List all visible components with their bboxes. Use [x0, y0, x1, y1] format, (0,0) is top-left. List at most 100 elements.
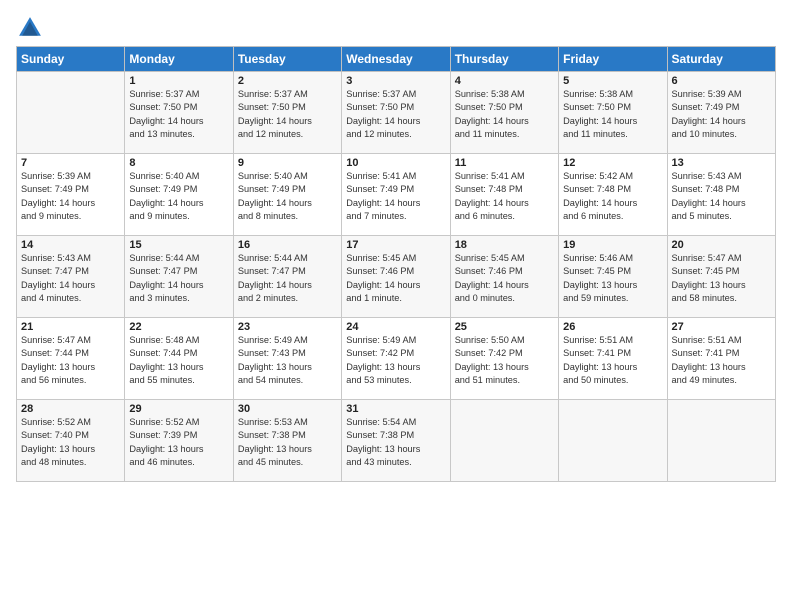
calendar-cell: [17, 72, 125, 154]
day-info: Sunrise: 5:43 AM Sunset: 7:47 PM Dayligh…: [21, 252, 120, 305]
day-info: Sunrise: 5:45 AM Sunset: 7:46 PM Dayligh…: [455, 252, 554, 305]
logo: [16, 14, 46, 42]
day-info: Sunrise: 5:51 AM Sunset: 7:41 PM Dayligh…: [563, 334, 662, 387]
day-number: 19: [563, 239, 662, 251]
day-info: Sunrise: 5:46 AM Sunset: 7:45 PM Dayligh…: [563, 252, 662, 305]
calendar-cell: 2Sunrise: 5:37 AM Sunset: 7:50 PM Daylig…: [233, 72, 341, 154]
calendar-cell: 19Sunrise: 5:46 AM Sunset: 7:45 PM Dayli…: [559, 236, 667, 318]
calendar-cell: 16Sunrise: 5:44 AM Sunset: 7:47 PM Dayli…: [233, 236, 341, 318]
calendar-cell: 24Sunrise: 5:49 AM Sunset: 7:42 PM Dayli…: [342, 318, 450, 400]
day-info: Sunrise: 5:49 AM Sunset: 7:43 PM Dayligh…: [238, 334, 337, 387]
day-info: Sunrise: 5:52 AM Sunset: 7:40 PM Dayligh…: [21, 416, 120, 469]
day-info: Sunrise: 5:39 AM Sunset: 7:49 PM Dayligh…: [21, 170, 120, 223]
day-info: Sunrise: 5:38 AM Sunset: 7:50 PM Dayligh…: [455, 88, 554, 141]
calendar-cell: 14Sunrise: 5:43 AM Sunset: 7:47 PM Dayli…: [17, 236, 125, 318]
day-info: Sunrise: 5:44 AM Sunset: 7:47 PM Dayligh…: [238, 252, 337, 305]
calendar-cell: 29Sunrise: 5:52 AM Sunset: 7:39 PM Dayli…: [125, 400, 233, 482]
header-day-sunday: Sunday: [17, 47, 125, 72]
calendar-cell: 7Sunrise: 5:39 AM Sunset: 7:49 PM Daylig…: [17, 154, 125, 236]
day-number: 7: [21, 157, 120, 169]
day-info: Sunrise: 5:47 AM Sunset: 7:45 PM Dayligh…: [672, 252, 771, 305]
calendar-cell: 18Sunrise: 5:45 AM Sunset: 7:46 PM Dayli…: [450, 236, 558, 318]
day-number: 29: [129, 403, 228, 415]
calendar-cell: 13Sunrise: 5:43 AM Sunset: 7:48 PM Dayli…: [667, 154, 775, 236]
day-info: Sunrise: 5:41 AM Sunset: 7:49 PM Dayligh…: [346, 170, 445, 223]
day-number: 3: [346, 75, 445, 87]
day-number: 11: [455, 157, 554, 169]
day-info: Sunrise: 5:37 AM Sunset: 7:50 PM Dayligh…: [129, 88, 228, 141]
calendar-cell: 4Sunrise: 5:38 AM Sunset: 7:50 PM Daylig…: [450, 72, 558, 154]
calendar-cell: [450, 400, 558, 482]
header-day-thursday: Thursday: [450, 47, 558, 72]
day-info: Sunrise: 5:41 AM Sunset: 7:48 PM Dayligh…: [455, 170, 554, 223]
day-info: Sunrise: 5:50 AM Sunset: 7:42 PM Dayligh…: [455, 334, 554, 387]
calendar-cell: 27Sunrise: 5:51 AM Sunset: 7:41 PM Dayli…: [667, 318, 775, 400]
day-info: Sunrise: 5:52 AM Sunset: 7:39 PM Dayligh…: [129, 416, 228, 469]
calendar-cell: 1Sunrise: 5:37 AM Sunset: 7:50 PM Daylig…: [125, 72, 233, 154]
calendar-cell: 21Sunrise: 5:47 AM Sunset: 7:44 PM Dayli…: [17, 318, 125, 400]
calendar-cell: [559, 400, 667, 482]
day-number: 4: [455, 75, 554, 87]
week-row-2: 7Sunrise: 5:39 AM Sunset: 7:49 PM Daylig…: [17, 154, 776, 236]
logo-icon: [16, 14, 44, 42]
day-info: Sunrise: 5:37 AM Sunset: 7:50 PM Dayligh…: [346, 88, 445, 141]
day-info: Sunrise: 5:40 AM Sunset: 7:49 PM Dayligh…: [238, 170, 337, 223]
day-number: 25: [455, 321, 554, 333]
day-number: 1: [129, 75, 228, 87]
calendar-cell: 22Sunrise: 5:48 AM Sunset: 7:44 PM Dayli…: [125, 318, 233, 400]
day-number: 24: [346, 321, 445, 333]
day-number: 15: [129, 239, 228, 251]
day-number: 9: [238, 157, 337, 169]
day-info: Sunrise: 5:39 AM Sunset: 7:49 PM Dayligh…: [672, 88, 771, 141]
day-info: Sunrise: 5:51 AM Sunset: 7:41 PM Dayligh…: [672, 334, 771, 387]
day-number: 10: [346, 157, 445, 169]
day-info: Sunrise: 5:47 AM Sunset: 7:44 PM Dayligh…: [21, 334, 120, 387]
calendar-cell: 3Sunrise: 5:37 AM Sunset: 7:50 PM Daylig…: [342, 72, 450, 154]
week-row-1: 1Sunrise: 5:37 AM Sunset: 7:50 PM Daylig…: [17, 72, 776, 154]
day-number: 18: [455, 239, 554, 251]
day-info: Sunrise: 5:44 AM Sunset: 7:47 PM Dayligh…: [129, 252, 228, 305]
header-day-tuesday: Tuesday: [233, 47, 341, 72]
day-number: 5: [563, 75, 662, 87]
page: SundayMondayTuesdayWednesdayThursdayFrid…: [0, 0, 792, 492]
day-number: 26: [563, 321, 662, 333]
header-row: SundayMondayTuesdayWednesdayThursdayFrid…: [17, 47, 776, 72]
day-number: 6: [672, 75, 771, 87]
day-number: 16: [238, 239, 337, 251]
day-info: Sunrise: 5:45 AM Sunset: 7:46 PM Dayligh…: [346, 252, 445, 305]
calendar-table: SundayMondayTuesdayWednesdayThursdayFrid…: [16, 46, 776, 482]
day-number: 21: [21, 321, 120, 333]
header-day-monday: Monday: [125, 47, 233, 72]
calendar-cell: 26Sunrise: 5:51 AM Sunset: 7:41 PM Dayli…: [559, 318, 667, 400]
day-info: Sunrise: 5:54 AM Sunset: 7:38 PM Dayligh…: [346, 416, 445, 469]
calendar-cell: 20Sunrise: 5:47 AM Sunset: 7:45 PM Dayli…: [667, 236, 775, 318]
day-info: Sunrise: 5:53 AM Sunset: 7:38 PM Dayligh…: [238, 416, 337, 469]
day-number: 20: [672, 239, 771, 251]
day-number: 12: [563, 157, 662, 169]
day-number: 28: [21, 403, 120, 415]
day-number: 22: [129, 321, 228, 333]
calendar-cell: 23Sunrise: 5:49 AM Sunset: 7:43 PM Dayli…: [233, 318, 341, 400]
day-number: 2: [238, 75, 337, 87]
calendar-cell: 9Sunrise: 5:40 AM Sunset: 7:49 PM Daylig…: [233, 154, 341, 236]
calendar-cell: 17Sunrise: 5:45 AM Sunset: 7:46 PM Dayli…: [342, 236, 450, 318]
calendar-cell: 10Sunrise: 5:41 AM Sunset: 7:49 PM Dayli…: [342, 154, 450, 236]
day-number: 30: [238, 403, 337, 415]
day-number: 27: [672, 321, 771, 333]
day-info: Sunrise: 5:48 AM Sunset: 7:44 PM Dayligh…: [129, 334, 228, 387]
week-row-4: 21Sunrise: 5:47 AM Sunset: 7:44 PM Dayli…: [17, 318, 776, 400]
calendar-cell: 30Sunrise: 5:53 AM Sunset: 7:38 PM Dayli…: [233, 400, 341, 482]
calendar-cell: 5Sunrise: 5:38 AM Sunset: 7:50 PM Daylig…: [559, 72, 667, 154]
calendar-cell: 15Sunrise: 5:44 AM Sunset: 7:47 PM Dayli…: [125, 236, 233, 318]
calendar-cell: 8Sunrise: 5:40 AM Sunset: 7:49 PM Daylig…: [125, 154, 233, 236]
day-number: 14: [21, 239, 120, 251]
day-number: 17: [346, 239, 445, 251]
header-day-saturday: Saturday: [667, 47, 775, 72]
calendar-cell: 11Sunrise: 5:41 AM Sunset: 7:48 PM Dayli…: [450, 154, 558, 236]
day-number: 23: [238, 321, 337, 333]
header: [16, 10, 776, 42]
day-info: Sunrise: 5:42 AM Sunset: 7:48 PM Dayligh…: [563, 170, 662, 223]
day-info: Sunrise: 5:37 AM Sunset: 7:50 PM Dayligh…: [238, 88, 337, 141]
day-info: Sunrise: 5:43 AM Sunset: 7:48 PM Dayligh…: [672, 170, 771, 223]
week-row-3: 14Sunrise: 5:43 AM Sunset: 7:47 PM Dayli…: [17, 236, 776, 318]
